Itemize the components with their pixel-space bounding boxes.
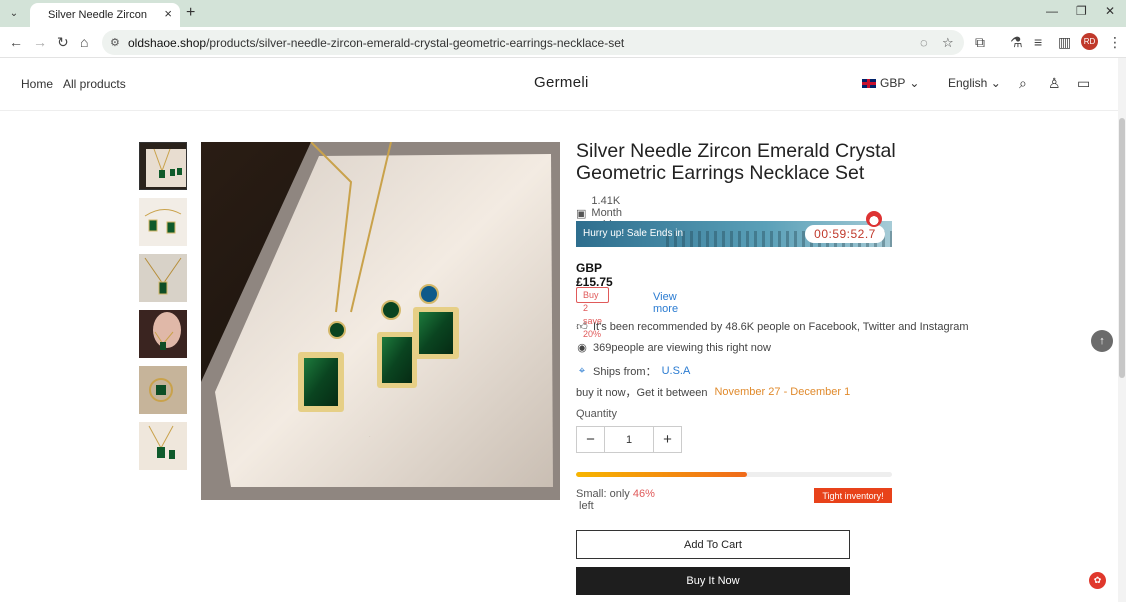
- nav-home-link[interactable]: Home: [21, 77, 53, 91]
- more-menu-icon[interactable]: ⋮: [1108, 34, 1122, 51]
- account-icon[interactable]: ♙: [1048, 75, 1061, 92]
- window-close-icon[interactable]: ✕: [1105, 4, 1115, 18]
- reading-list-icon[interactable]: ≡: [1034, 34, 1042, 50]
- ships-from-label: Ships from：: [593, 366, 657, 378]
- eye-off-icon[interactable]: ◌: [920, 35, 928, 50]
- thumbs-up-icon: 👍︎: [576, 321, 588, 333]
- restore-icon[interactable]: ❐: [1076, 4, 1087, 18]
- viewing-text: 369people are viewing this right now: [593, 341, 771, 354]
- labs-icon[interactable]: ⚗: [1010, 34, 1023, 51]
- thumbnail-image[interactable]: [139, 310, 187, 358]
- currency-label: GBP: [880, 76, 906, 90]
- sale-countdown-banner: Hurry up! Sale Ends in 00:59:52.7: [576, 221, 892, 247]
- buy-now-button[interactable]: Buy It Now: [576, 567, 850, 595]
- page-scrollbar[interactable]: [1118, 58, 1126, 602]
- product-price: GBP £15.75: [576, 261, 613, 289]
- add-to-cart-button[interactable]: Add To Cart: [576, 530, 850, 559]
- scrollbar-thumb[interactable]: [1119, 118, 1125, 378]
- cart-icon[interactable]: ▭: [1077, 75, 1090, 92]
- back-to-top-icon[interactable]: ↑: [1091, 330, 1113, 352]
- stock-text: Small: only 46% left: [576, 488, 655, 512]
- reload-icon[interactable]: ↻: [57, 34, 69, 51]
- new-tab-icon[interactable]: +: [186, 4, 195, 22]
- recommended-line: 👍︎ It's been recommended by 48.6K people…: [576, 320, 969, 334]
- site-info-icon[interactable]: ⚙: [110, 36, 120, 49]
- thumbnail-image[interactable]: [139, 198, 187, 246]
- thumbnail-image[interactable]: [139, 422, 187, 470]
- delivery-end: December 1: [790, 386, 851, 398]
- forward-icon[interactable]: →: [33, 34, 47, 50]
- increase-quantity-button[interactable]: +: [654, 427, 681, 452]
- profile-avatar[interactable]: RD: [1081, 33, 1098, 50]
- uk-flag-icon: [862, 78, 876, 88]
- thumbnail-image[interactable]: [139, 254, 187, 302]
- santa-hat-icon: [866, 211, 882, 227]
- promo-badge: Buy 2 save 20%: [576, 287, 610, 339]
- stock-progress-fill: [576, 472, 747, 477]
- eye-icon: ◉: [577, 342, 587, 354]
- view-more-link[interactable]: View more: [653, 291, 678, 315]
- browser-tab[interactable]: Silver Needle Zircon Emerald C ×: [30, 3, 180, 27]
- browser-tab-bar: ⌄ Silver Needle Zircon Emerald C × + — ❐…: [0, 0, 1126, 27]
- delivery-line: buy it now，Get it between November 27 - …: [576, 384, 850, 400]
- home-icon[interactable]: ⌂: [80, 34, 88, 50]
- currency-selector[interactable]: GBP ⌄: [862, 76, 919, 90]
- bookmark-star-icon[interactable]: ☆: [942, 35, 954, 51]
- tight-inventory-badge: Tight inventory!: [814, 488, 892, 503]
- tab-close-icon[interactable]: ×: [164, 6, 172, 21]
- address-bar[interactable]: ⚙ oldshaoe.shop/products/silver-needle-z…: [102, 30, 964, 55]
- decrease-quantity-button[interactable]: −: [577, 427, 604, 452]
- quantity-stepper: − 1 +: [576, 426, 682, 453]
- browser-toolbar: ← → ↻ ⌂ ⚙ oldshaoe.shop/products/silver-…: [0, 27, 1126, 58]
- delivery-start: November 27: [714, 386, 781, 398]
- ships-from-line: ⌖ Ships from： U.S.A: [576, 363, 690, 379]
- tab-title: Silver Needle Zircon Emerald C: [48, 9, 148, 21]
- stock-suffix: left: [576, 500, 594, 512]
- tab-search-icon[interactable]: ⌄: [6, 5, 22, 21]
- search-icon[interactable]: ⌕: [1019, 75, 1027, 92]
- stock-progress-bar: [576, 472, 892, 477]
- brand-logo[interactable]: Germeli: [534, 74, 589, 91]
- ships-from-value: U.S.A: [661, 365, 691, 377]
- viewing-line: ◉ 369people are viewing this right now: [576, 341, 771, 355]
- thumbnail-image[interactable]: [139, 366, 187, 414]
- recommended-text: It's been recommended by 48.6K people on…: [593, 320, 969, 333]
- extensions-icon[interactable]: ⧉: [975, 34, 985, 51]
- main-product-image[interactable]: ·: [201, 142, 560, 500]
- language-selector[interactable]: English ⌄: [948, 76, 1001, 90]
- delivery-prefix: buy it now，Get it between: [576, 387, 708, 399]
- gift-icon[interactable]: ✿: [1089, 572, 1106, 589]
- minimize-icon[interactable]: —: [1046, 4, 1058, 18]
- sale-banner-text: Hurry up! Sale Ends in: [583, 228, 684, 239]
- back-icon[interactable]: ←: [9, 34, 23, 50]
- url-text[interactable]: oldshaoe.shop/products/silver-needle-zir…: [128, 36, 624, 50]
- quantity-input[interactable]: 1: [604, 427, 654, 452]
- shop-bag-icon: ▣: [576, 207, 587, 220]
- stock-percent: 46%: [632, 488, 655, 500]
- quantity-label: Quantity: [576, 408, 617, 420]
- product-title: Silver Needle Zircon Emerald Crystal Geo…: [576, 140, 896, 184]
- nav-all-products-link[interactable]: All products: [63, 77, 126, 91]
- side-panel-icon[interactable]: ▥: [1058, 34, 1071, 51]
- chevron-down-icon: ⌄: [909, 76, 920, 90]
- delivery-separator: -: [780, 386, 791, 398]
- site-header: Home All products Germeli GBP ⌄ English …: [0, 58, 1126, 111]
- thumbnail-image[interactable]: [139, 142, 187, 190]
- stock-prefix: Small: only: [576, 488, 633, 500]
- language-label: English: [948, 76, 988, 90]
- location-pin-icon: ⌖: [578, 364, 586, 377]
- countdown-timer: 00:59:52.7: [805, 225, 885, 243]
